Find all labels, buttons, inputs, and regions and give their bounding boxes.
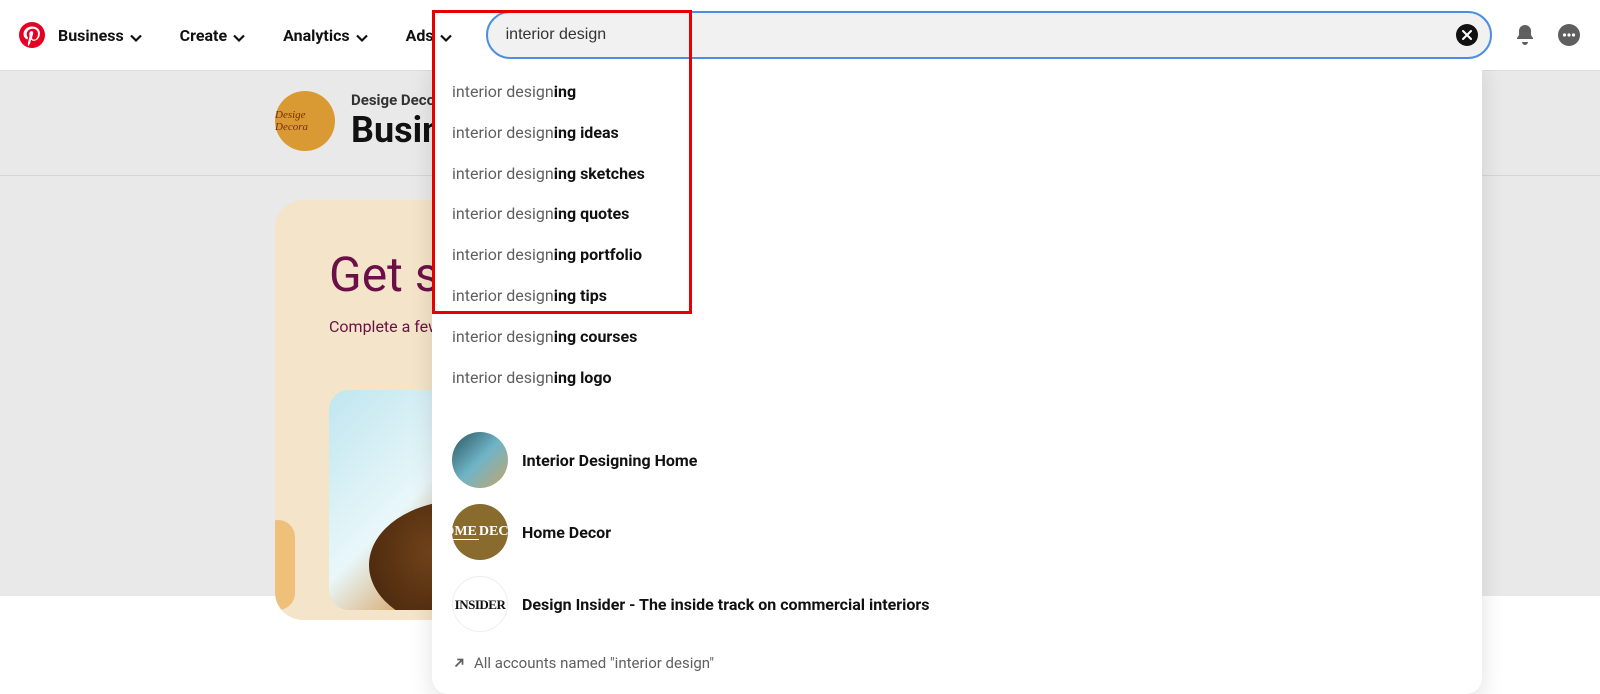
- search-suggestion[interactable]: interior designing tips: [432, 276, 1482, 317]
- suggestion-prefix: interior design: [452, 123, 554, 142]
- search-box[interactable]: [486, 11, 1492, 59]
- search-suggestion[interactable]: interior designing quotes: [432, 194, 1482, 235]
- account-avatar: INSIDER: [452, 576, 508, 632]
- close-icon: [1462, 30, 1472, 40]
- profile-avatar[interactable]: Desige Decora: [275, 91, 335, 151]
- header-actions: [1512, 22, 1582, 48]
- top-bar: Business Create Analytics Ads: [0, 0, 1600, 70]
- account-name: Home Decor: [522, 523, 611, 542]
- chat-icon: [1557, 23, 1581, 47]
- nav-label: Business: [58, 26, 124, 45]
- chevron-down-icon: [130, 29, 142, 41]
- suggestion-suffix: ing ideas: [554, 123, 619, 142]
- account-avatar: [452, 432, 508, 488]
- chevron-down-icon: [356, 29, 368, 41]
- account-suggestion[interactable]: INSIDER Design Insider - The inside track…: [432, 568, 1482, 640]
- all-accounts-link[interactable]: All accounts named "interior design": [432, 640, 1482, 676]
- nav-create[interactable]: Create: [180, 26, 245, 45]
- suggestion-suffix: ing courses: [554, 327, 638, 346]
- suggestion-prefix: interior design: [452, 164, 554, 183]
- messages-button[interactable]: [1556, 22, 1582, 48]
- suggestion-prefix: interior design: [452, 327, 554, 346]
- search-suggestion[interactable]: interior designing logo: [432, 358, 1482, 399]
- primary-nav: Business Create Analytics Ads: [58, 26, 452, 45]
- suggestion-suffix: ing: [554, 82, 576, 101]
- chevron-down-icon: [440, 29, 452, 41]
- nav-analytics[interactable]: Analytics: [283, 26, 368, 45]
- suggestion-suffix: ing sketches: [554, 164, 645, 183]
- search-suggestion[interactable]: interior designing courses: [432, 317, 1482, 358]
- chevron-down-icon: [233, 29, 245, 41]
- account-suggestion[interactable]: HOMEDECOR Home Decor: [432, 496, 1482, 568]
- suggestion-prefix: interior design: [452, 82, 554, 101]
- account-name: Interior Designing Home: [522, 451, 697, 470]
- search-suggestion[interactable]: interior designing ideas: [432, 113, 1482, 154]
- suggestion-prefix: interior design: [452, 368, 554, 387]
- suggestion-prefix: interior design: [452, 245, 554, 264]
- suggestion-suffix: ing quotes: [554, 204, 630, 223]
- notifications-button[interactable]: [1512, 22, 1538, 48]
- arrow-up-right-icon: [452, 656, 466, 670]
- account-name: Design Insider - The inside track on com…: [522, 595, 929, 614]
- search-container: [486, 11, 1492, 59]
- account-suggestion[interactable]: Interior Designing Home: [432, 424, 1482, 496]
- suggestion-prefix: interior design: [452, 286, 554, 305]
- clear-search-button[interactable]: [1456, 24, 1478, 46]
- nav-business[interactable]: Business: [58, 26, 142, 45]
- suggestion-suffix: ing tips: [554, 286, 607, 305]
- all-accounts-label: All accounts named "interior design": [474, 654, 714, 672]
- nav-label: Create: [180, 26, 227, 45]
- pinterest-logo[interactable]: [18, 21, 46, 49]
- suggestion-suffix: ing logo: [554, 368, 612, 387]
- account-avatar: HOMEDECOR: [452, 504, 508, 560]
- search-suggestion[interactable]: interior designing sketches: [432, 154, 1482, 195]
- search-suggestion[interactable]: interior designing: [432, 72, 1482, 113]
- search-suggestions-dropdown: interior designinginterior designing ide…: [432, 60, 1482, 694]
- nav-ads[interactable]: Ads: [406, 26, 452, 45]
- search-suggestion[interactable]: interior designing portfolio: [432, 235, 1482, 276]
- search-input[interactable]: [506, 26, 1440, 44]
- bell-icon: [1513, 23, 1537, 47]
- suggestion-suffix: ing portfolio: [554, 245, 642, 264]
- side-tab: [275, 520, 295, 610]
- nav-label: Ads: [406, 26, 434, 45]
- nav-label: Analytics: [283, 26, 350, 45]
- suggestion-prefix: interior design: [452, 204, 554, 223]
